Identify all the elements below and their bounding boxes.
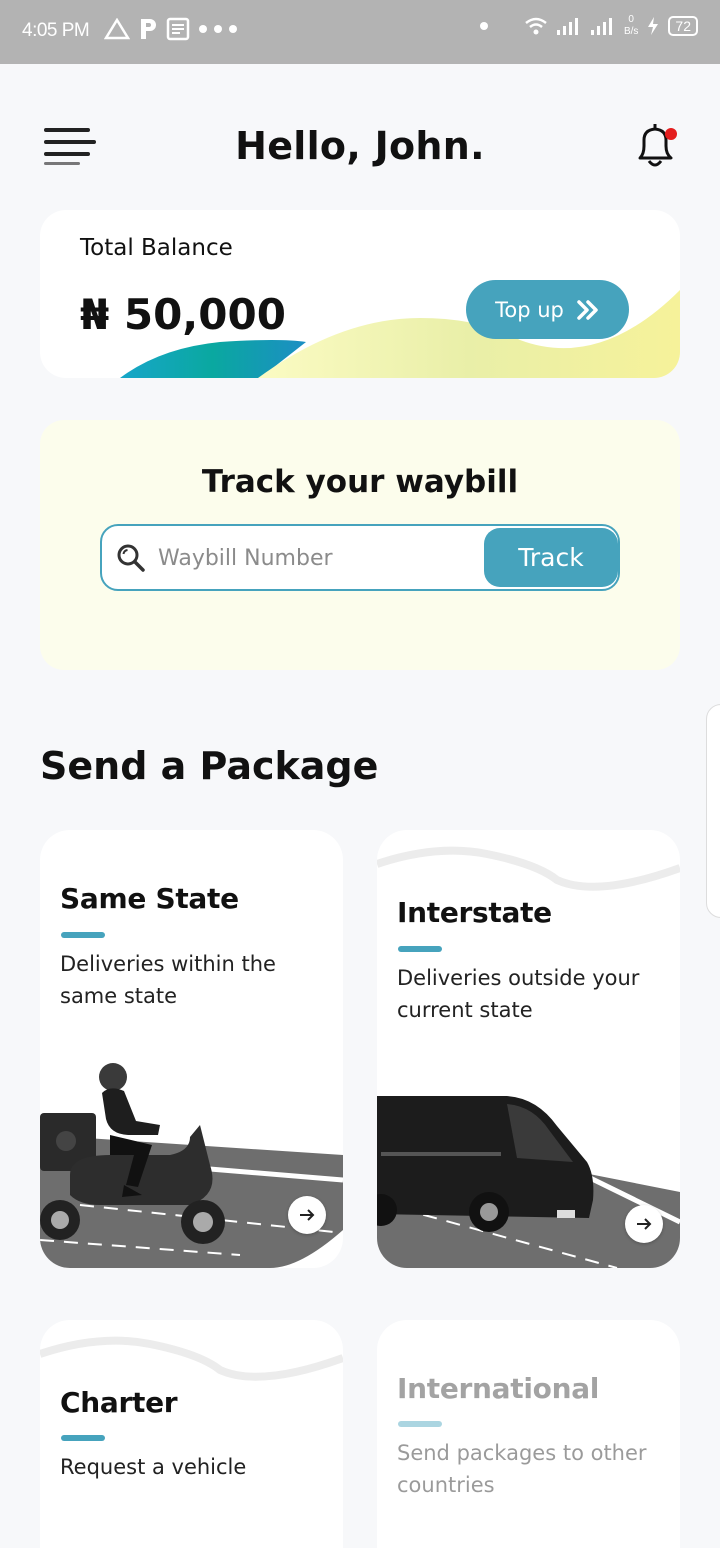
package-card-description: Deliveries within the same state: [60, 952, 276, 1008]
more-notifications-icon: [199, 25, 237, 33]
package-card-underline: [61, 932, 105, 938]
scooter-rider-illustration: [40, 1063, 343, 1268]
battery-level: 72: [668, 16, 698, 36]
card-wave-decoration: [40, 1336, 343, 1381]
paypal-icon: [141, 19, 156, 39]
balance-card: Total Balance ₦ 50,000 Top up: [40, 210, 680, 378]
waybill-number-input[interactable]: [158, 540, 478, 576]
track-waybill-card: Track your waybill Track: [40, 420, 680, 670]
news-icon: [166, 17, 190, 41]
track-button[interactable]: Track: [484, 528, 618, 587]
package-card-title: Charter: [60, 1386, 178, 1419]
status-time: 4:05 PM: [22, 20, 90, 41]
package-card-description: Deliveries outside your current state: [397, 966, 640, 1022]
package-card-charter[interactable]: Charter Request a vehicle: [40, 1320, 343, 1548]
track-title: Track your waybill: [201, 464, 519, 500]
status-dot-icon: [479, 22, 488, 30]
drive-icon: [104, 18, 130, 40]
package-card-underline: [61, 1435, 105, 1441]
package-card-title: Interstate: [397, 896, 552, 929]
status-notification-icons: [104, 17, 238, 41]
notification-bell-icon[interactable]: [630, 120, 680, 172]
package-card-interstate[interactable]: Interstate Deliveries outside your curre…: [377, 830, 680, 1268]
package-card-underline: [398, 946, 442, 952]
track-form: Track: [100, 524, 620, 591]
package-card-same-state[interactable]: Same State Deliveries within the same st…: [40, 830, 343, 1268]
network-speed-value: 0: [628, 14, 634, 25]
top-up-button[interactable]: Top up: [466, 280, 629, 339]
signal-icon-2: [590, 18, 612, 35]
package-card-international: International Send packages to other cou…: [377, 1320, 680, 1548]
package-card-title: Same State: [60, 882, 239, 915]
arrow-right-icon: [637, 1218, 652, 1230]
package-card-underline: [398, 1421, 442, 1427]
send-package-title: Send a Package: [40, 744, 379, 788]
top-up-label: Top up: [495, 297, 564, 322]
package-card-description: Send packages to other countries: [397, 1441, 647, 1497]
network-speed: 0 B/s: [624, 14, 638, 38]
charging-icon: [648, 17, 659, 35]
signal-icon-1: [556, 18, 578, 35]
network-speed-unit: B/s: [623, 26, 639, 37]
double-chevron-right-icon: [577, 299, 598, 320]
side-drawer-handle[interactable]: [706, 704, 720, 918]
notification-dot: [665, 128, 677, 140]
same-state-arrow-button[interactable]: [288, 1196, 326, 1234]
status-system-icons: 0 B/s 72: [479, 14, 698, 38]
balance-amount: ₦ 50,000: [80, 290, 286, 339]
search-icon: [117, 544, 145, 572]
package-card-description: Request a vehicle: [60, 1455, 247, 1479]
status-bar: 4:05 PM 0 B/s 72: [0, 0, 720, 64]
arrow-right-icon: [300, 1209, 315, 1221]
greeting-title: Hello, John.: [235, 124, 485, 168]
wifi-icon: [525, 17, 547, 35]
package-card-title: International: [397, 1372, 600, 1405]
interstate-arrow-button[interactable]: [625, 1205, 663, 1243]
van-illustration: [377, 1096, 680, 1268]
card-wave-decoration: [377, 846, 680, 891]
balance-label: Total Balance: [80, 235, 233, 261]
